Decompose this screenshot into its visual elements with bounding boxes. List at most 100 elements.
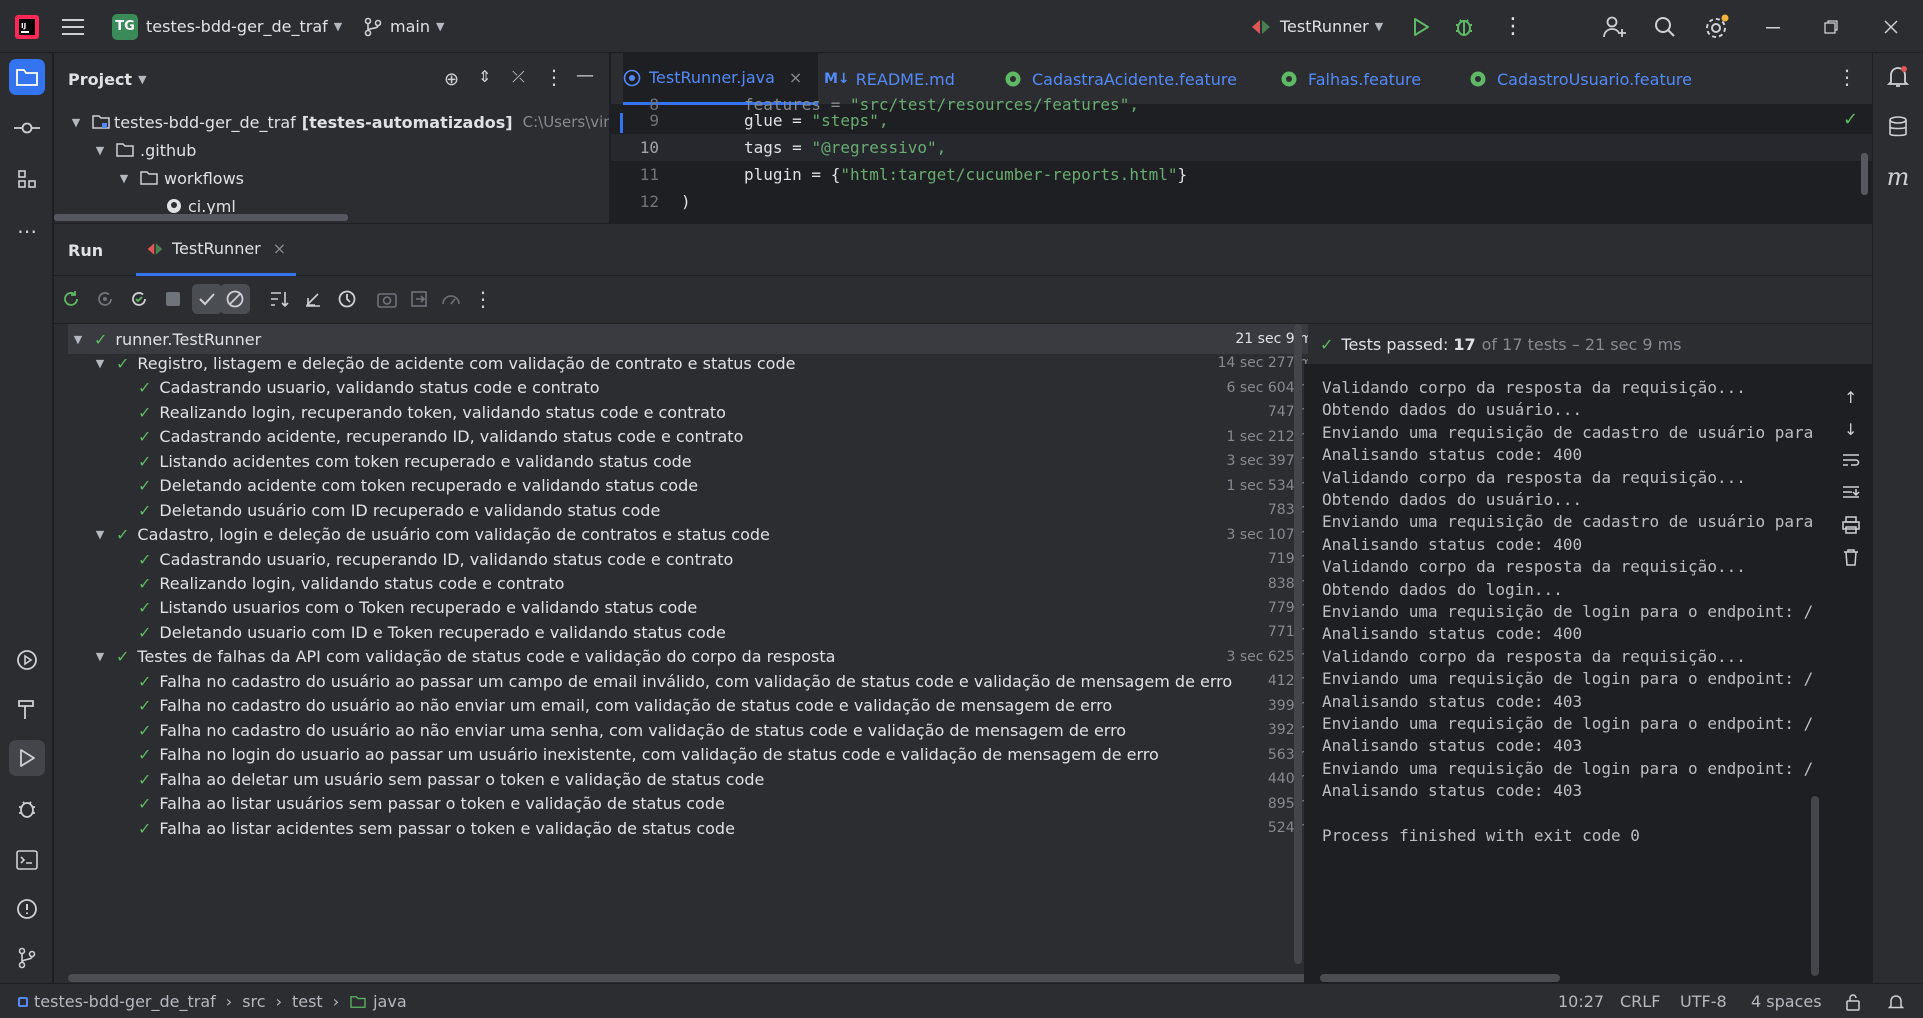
more-actions-icon[interactable]: ⋮ (1502, 0, 1524, 53)
expand-all-icon[interactable]: ⇕ (478, 67, 491, 86)
tree-horizontal-scrollbar[interactable] (68, 974, 1313, 982)
run-button[interactable] (1412, 0, 1430, 53)
services-icon[interactable] (9, 642, 45, 678)
project-panel-header[interactable]: Project ▼ (68, 53, 147, 105)
close-window-button[interactable] (1884, 0, 1898, 53)
restore-button[interactable] (1824, 0, 1838, 53)
project-switcher[interactable]: TG testes-bdd-ger_de_traf ▼ (112, 0, 342, 53)
tree-item-github[interactable]: ▼ .github (90, 136, 197, 164)
code-line[interactable]: 11 plugin = {"html:target/cucumber-report… (611, 161, 1872, 188)
down-arrow-icon[interactable]: ↓ (1844, 420, 1857, 439)
minimize-button[interactable] (1766, 0, 1780, 53)
lock-icon[interactable] (1845, 984, 1861, 1018)
project-path-label: C:\Users\vini (522, 113, 610, 131)
chevron-down-icon[interactable]: ▼ (90, 357, 110, 370)
soft-wrap-icon[interactable] (1842, 452, 1860, 472)
stop-icon[interactable] (158, 284, 188, 314)
debug-bug-icon[interactable] (9, 791, 45, 827)
notifications-status-icon[interactable] (1888, 984, 1904, 1018)
screenshot-icon[interactable] (372, 284, 402, 314)
locate-file-icon[interactable]: ⊕ (444, 69, 459, 90)
console-output[interactable]: Validando corpo da resposta da requisiçã… (1304, 364, 1872, 983)
line-ending[interactable]: CRLF (1620, 984, 1660, 1018)
search-icon[interactable] (1654, 0, 1676, 53)
show-passed-toggle-icon[interactable] (192, 284, 222, 314)
export-icon[interactable] (404, 284, 434, 314)
chevron-down-icon[interactable]: ▼ (90, 528, 110, 541)
branch-switcher[interactable]: main ▼ (364, 0, 444, 53)
test-history-icon[interactable] (332, 284, 362, 314)
run-tool-icon[interactable] (9, 740, 45, 776)
project-folder-icon[interactable] (9, 59, 45, 95)
test-label: Falha no cadastro do usuário ao não envi… (159, 696, 1113, 716)
chevron-down-icon[interactable]: ▼ (68, 333, 88, 346)
module-icon (18, 996, 28, 1007)
close-tab-icon[interactable]: × (789, 68, 802, 87)
commit-icon[interactable] (9, 110, 45, 146)
run-tab-testrunner[interactable]: TestRunner × (136, 224, 297, 276)
vertical-scrollbar[interactable] (1861, 153, 1868, 195)
passed-check-icon: ✓ (138, 671, 152, 691)
problems-icon[interactable] (9, 891, 45, 927)
collapse-all-icon[interactable]: ⤫ (512, 67, 525, 87)
code-line[interactable]: 9 glue = "steps", (611, 107, 1872, 134)
more-tools-icon[interactable]: ⋯ (9, 213, 45, 249)
coverage-icon[interactable] (436, 284, 466, 314)
cursor-position[interactable]: 10:27 (1558, 984, 1604, 1018)
structure-icon[interactable] (9, 161, 45, 197)
import-tests-icon[interactable] (298, 284, 328, 314)
breadcrumb-item[interactable]: test (292, 992, 323, 1011)
console-horizontal-scrollbar[interactable] (1320, 974, 1560, 982)
file-encoding[interactable]: UTF-8 (1680, 984, 1727, 1018)
breadcrumb-item[interactable]: java (373, 992, 407, 1011)
debug-button[interactable] (1453, 0, 1475, 53)
passed-check-icon: ✓ (94, 329, 108, 349)
test-label: Listando acidentes com token recuperado … (159, 451, 692, 471)
rerun-icon[interactable] (56, 284, 86, 314)
chevron-down-icon[interactable]: ▼ (90, 650, 110, 663)
run-config-selector[interactable]: TestRunner ▼ (1250, 0, 1383, 53)
project-module-label: [testes-automatizados] (301, 112, 513, 132)
horizontal-scrollbar[interactable] (54, 214, 348, 221)
panel-options-icon[interactable]: ⋮ (544, 65, 564, 89)
maven-icon[interactable]: m (1880, 159, 1916, 195)
tree-vertical-scrollbar[interactable] (1294, 324, 1302, 964)
print-icon[interactable] (1842, 516, 1860, 538)
chevron-down-icon: ▼ (95, 143, 105, 157)
breadcrumb-item[interactable]: testes-bdd-ger_de_traf (34, 992, 216, 1011)
main-menu-icon[interactable] (62, 0, 84, 53)
ide-logo-icon[interactable]: IJ (14, 0, 40, 53)
code-key: glue = (744, 111, 812, 130)
database-icon[interactable] (1880, 109, 1916, 145)
toggle-auto-test-icon[interactable] (124, 284, 154, 314)
tree-item-project-root[interactable]: ▼ testes-bdd-ger_de_traf [testes-automat… (66, 108, 610, 136)
breadcrumb-item[interactable]: src (242, 992, 265, 1011)
close-tab-icon[interactable]: × (273, 239, 286, 258)
clear-trash-icon[interactable] (1842, 548, 1860, 570)
scroll-to-end-icon[interactable] (1842, 484, 1860, 504)
tree-item-workflows[interactable]: ▼ workflows (114, 164, 244, 192)
passed-check-icon: ✓ (138, 769, 152, 789)
build-hammer-icon[interactable] (9, 691, 45, 727)
up-arrow-icon[interactable]: ↑ (1844, 388, 1857, 407)
code-line[interactable]: 12) (611, 188, 1872, 215)
folder-icon (116, 143, 134, 157)
hide-panel-icon[interactable]: — (576, 65, 594, 86)
indent-setting[interactable]: 4 spaces (1751, 984, 1822, 1018)
tab-options-icon[interactable]: ⋮ (1837, 65, 1857, 89)
rerun-failed-icon[interactable] (90, 284, 120, 314)
sort-icon[interactable] (264, 284, 294, 314)
add-user-icon[interactable] (1603, 0, 1627, 53)
code-string: "@regressivo", (811, 138, 947, 157)
console-vertical-scrollbar[interactable] (1811, 796, 1819, 976)
git-icon[interactable] (9, 940, 45, 976)
summary-count: 17 (1453, 334, 1476, 354)
project-panel: Project ▼ ⊕ ⇕ ⤫ ⋮ — ▼ testes-bdd-ger_de_… (54, 53, 610, 223)
code-line-current[interactable]: 10 tags = "@regressivo", (611, 134, 1872, 161)
settings-gear-icon[interactable] (1704, 0, 1730, 53)
more-run-options-icon[interactable]: ⋮ (468, 284, 498, 314)
test-step-row[interactable]: ✓ Falha ao listar acidentes sem passar o … (68, 813, 1346, 843)
show-ignored-toggle-icon[interactable] (220, 284, 250, 314)
terminal-icon[interactable] (9, 842, 45, 878)
notifications-bell-icon[interactable] (1880, 59, 1916, 95)
